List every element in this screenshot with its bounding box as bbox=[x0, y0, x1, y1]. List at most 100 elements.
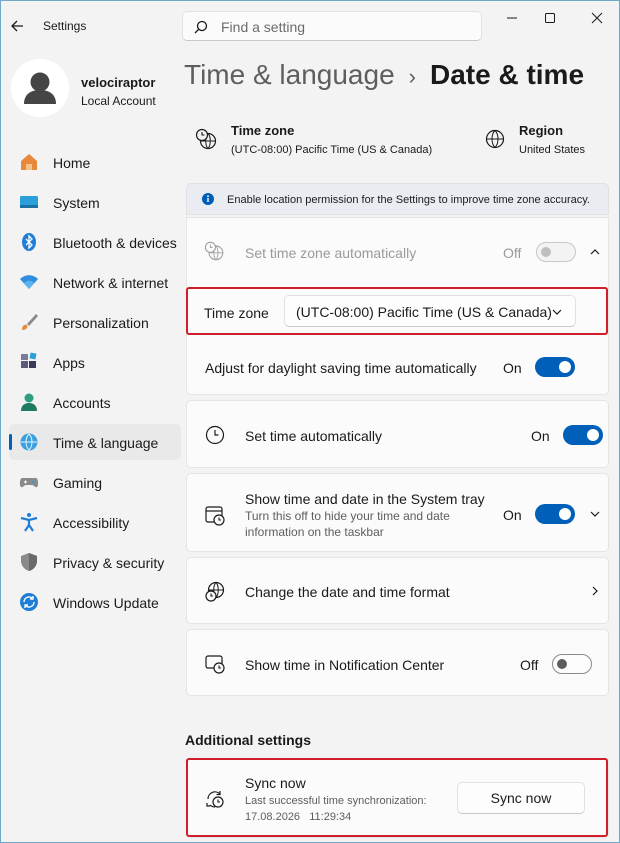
sync-now-label: Sync now bbox=[245, 775, 306, 791]
search-icon bbox=[194, 20, 208, 34]
system-tray-card[interactable]: Show time and date in the System tray Tu… bbox=[186, 473, 609, 552]
globe-icon bbox=[485, 129, 505, 149]
user-avatar-icon bbox=[24, 72, 56, 104]
sidebar-item-network[interactable]: Network & internet bbox=[9, 264, 181, 300]
chevron-down-icon[interactable] bbox=[588, 507, 602, 521]
sync-now-card: Sync now Last successful time synchroniz… bbox=[186, 758, 609, 838]
sidebar-item-label: Personalization bbox=[53, 315, 149, 331]
system-tray-toggle[interactable] bbox=[535, 504, 575, 524]
auto-time-label: Set time automatically bbox=[245, 428, 382, 444]
search-input[interactable] bbox=[221, 17, 471, 37]
chevron-down-icon bbox=[552, 309, 562, 315]
minimize-button[interactable] bbox=[495, 7, 529, 29]
timezone-summary-value: (UTC-08:00) Pacific Time (US & Canada) bbox=[231, 144, 433, 156]
shield-icon bbox=[21, 553, 37, 571]
dst-toggle[interactable] bbox=[535, 357, 575, 377]
brush-icon bbox=[22, 314, 38, 330]
page-title: Date & time bbox=[429, 59, 585, 90]
user-name: velociraptor bbox=[81, 75, 156, 90]
sidebar-item-label: Network & internet bbox=[53, 275, 169, 291]
accessibility-icon bbox=[20, 513, 38, 532]
sync-clock-icon bbox=[206, 791, 224, 808]
sidebar-item-personalization[interactable]: Personalization bbox=[9, 304, 181, 340]
sidebar-item-label: Accounts bbox=[53, 395, 111, 411]
gamepad-icon bbox=[19, 478, 39, 488]
sidebar-item-label: Accessibility bbox=[53, 515, 130, 531]
settings-window: Settings velociraptor Local Account bbox=[0, 0, 620, 843]
timezone-settings-card: Set time zone automatically Off Time zon… bbox=[186, 217, 609, 395]
dst-label: Adjust for daylight saving time automati… bbox=[205, 360, 477, 376]
notification-center-label: Show time in Notification Center bbox=[245, 657, 445, 673]
sync-now-button[interactable]: Sync now bbox=[457, 782, 585, 814]
auto-time-state: On bbox=[531, 428, 550, 444]
sidebar-item-label: System bbox=[53, 195, 100, 211]
avatar bbox=[11, 59, 69, 117]
timezone-summary-title: Time zone bbox=[231, 123, 295, 138]
sidebar-item-label: Privacy & security bbox=[53, 555, 165, 571]
time-language-icon bbox=[20, 433, 38, 451]
system-icon bbox=[20, 196, 38, 208]
sidebar-item-windows-update[interactable]: Windows Update bbox=[9, 584, 181, 620]
region-summary: Region United States bbox=[483, 121, 608, 161]
system-tray-desc-2: information on the taskbar bbox=[245, 525, 384, 539]
sidebar-item-label: Gaming bbox=[53, 475, 103, 491]
account-type: Local Account bbox=[81, 94, 156, 108]
accounts-icon bbox=[21, 393, 37, 411]
auto-time-card[interactable]: Set time automatically On bbox=[186, 400, 609, 468]
user-profile[interactable]: velociraptor Local Account bbox=[9, 59, 179, 119]
apps-icon bbox=[21, 352, 37, 368]
location-permission-banner: Enable location permission for the Setti… bbox=[186, 183, 609, 215]
date-time-format-card[interactable]: Change the date and time format bbox=[186, 557, 609, 624]
globe-clock-icon bbox=[204, 241, 224, 261]
sidebar-nav: Home System Bluetooth & devices Network … bbox=[9, 144, 181, 624]
auto-timezone-state: Off bbox=[503, 245, 522, 261]
sidebar-item-time-language[interactable]: Time & language bbox=[9, 424, 181, 460]
breadcrumb-parent[interactable]: Time & language bbox=[184, 59, 395, 91]
back-arrow-icon bbox=[11, 20, 23, 32]
breadcrumb: Time & language › Date & time bbox=[184, 59, 584, 99]
auto-timezone-toggle[interactable] bbox=[536, 242, 576, 262]
close-button[interactable] bbox=[580, 7, 614, 29]
sidebar-item-label: Windows Update bbox=[53, 595, 159, 611]
sync-desc-2: 17.08.2026 11:29:34 bbox=[245, 811, 352, 823]
additional-settings-heading: Additional settings bbox=[185, 732, 311, 748]
timezone-dropdown[interactable]: (UTC-08:00) Pacific Time (US & Canada) bbox=[284, 295, 576, 327]
minimize-icon bbox=[507, 17, 517, 19]
banner-text: Enable location permission for the Setti… bbox=[227, 194, 590, 206]
maximize-icon bbox=[545, 13, 555, 23]
back-button[interactable] bbox=[7, 15, 29, 37]
chevron-up-icon[interactable] bbox=[588, 245, 602, 259]
close-icon bbox=[591, 12, 603, 24]
sidebar-item-bluetooth[interactable]: Bluetooth & devices bbox=[9, 224, 181, 260]
globe-clock-icon bbox=[195, 128, 217, 150]
sidebar-item-apps[interactable]: Apps bbox=[9, 344, 181, 380]
sidebar-item-accounts[interactable]: Accounts bbox=[9, 384, 181, 420]
date-time-format-label: Change the date and time format bbox=[245, 584, 450, 600]
search-box[interactable] bbox=[182, 11, 482, 41]
sidebar-item-label: Time & language bbox=[53, 435, 159, 451]
sidebar-item-gaming[interactable]: Gaming bbox=[9, 464, 181, 500]
timezone-select-label: Time zone bbox=[204, 305, 269, 321]
clock-icon bbox=[205, 425, 225, 445]
maximize-button[interactable] bbox=[533, 7, 567, 29]
timezone-dropdown-value: (UTC-08:00) Pacific Time (US & Canada) bbox=[296, 304, 552, 320]
sidebar-item-privacy[interactable]: Privacy & security bbox=[9, 544, 181, 580]
system-tray-label: Show time and date in the System tray bbox=[245, 491, 485, 507]
dst-state: On bbox=[503, 360, 522, 376]
sidebar-item-home[interactable]: Home bbox=[9, 144, 181, 180]
notification-center-card[interactable]: Show time in Notification Center Off bbox=[186, 629, 609, 696]
sidebar-item-accessibility[interactable]: Accessibility bbox=[9, 504, 181, 540]
notification-center-toggle[interactable] bbox=[552, 654, 592, 674]
info-icon bbox=[202, 193, 214, 205]
system-tray-desc-1: Turn this off to hide your time and date bbox=[245, 509, 450, 523]
sidebar-item-system[interactable]: System bbox=[9, 184, 181, 220]
region-summary-value: United States bbox=[519, 144, 586, 156]
region-summary-title: Region bbox=[519, 123, 564, 138]
system-tray-state: On bbox=[503, 507, 522, 523]
bluetooth-icon bbox=[22, 233, 36, 251]
app-title: Settings bbox=[43, 19, 87, 33]
auto-time-toggle[interactable] bbox=[563, 425, 603, 445]
sidebar-item-label: Apps bbox=[53, 355, 85, 371]
auto-timezone-row[interactable]: Set time zone automatically Off bbox=[187, 218, 608, 286]
dst-row: Adjust for daylight saving time automati… bbox=[187, 338, 608, 396]
